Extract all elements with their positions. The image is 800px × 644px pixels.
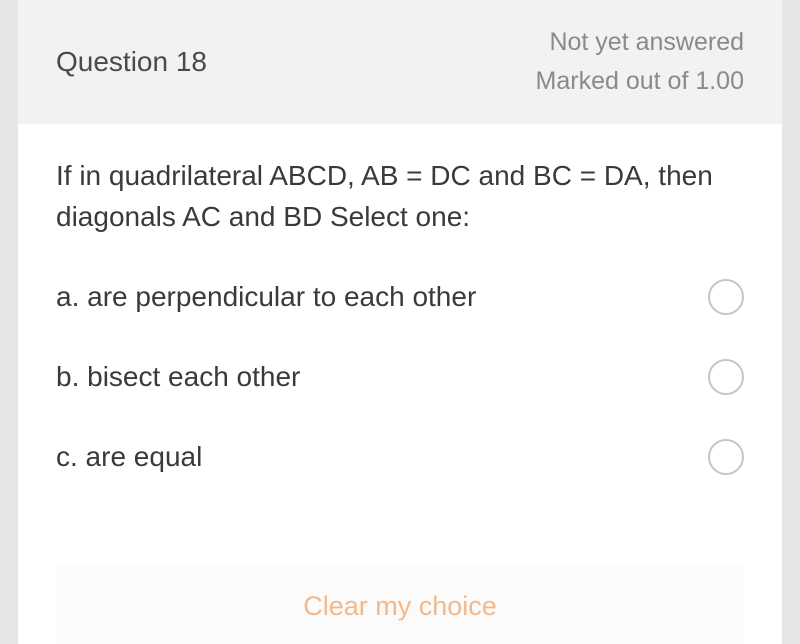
question-meta: Not yet answered Marked out of 1.00 (536, 28, 744, 96)
question-header: Question 18 Not yet answered Marked out … (18, 0, 782, 124)
option-a[interactable]: a. are perpendicular to each other (56, 279, 744, 315)
answer-status: Not yet answered (536, 28, 744, 57)
option-label: c. are equal (56, 441, 202, 473)
option-c[interactable]: c. are equal (56, 439, 744, 475)
radio-icon (708, 359, 744, 395)
radio-icon (708, 279, 744, 315)
marks-info: Marked out of 1.00 (536, 67, 744, 96)
options-list: a. are perpendicular to each other b. bi… (56, 279, 744, 475)
option-b[interactable]: b. bisect each other (56, 359, 744, 395)
question-number: Question 18 (56, 46, 207, 78)
clear-section: Clear my choice (56, 565, 744, 644)
option-label: a. are perpendicular to each other (56, 281, 476, 313)
question-body: If in quadrilateral ABCD, AB = DC and BC… (18, 124, 782, 644)
question-card: Question 18 Not yet answered Marked out … (18, 0, 782, 644)
clear-choice-button[interactable]: Clear my choice (303, 591, 497, 622)
question-text: If in quadrilateral ABCD, AB = DC and BC… (56, 156, 744, 237)
option-label: b. bisect each other (56, 361, 300, 393)
radio-icon (708, 439, 744, 475)
